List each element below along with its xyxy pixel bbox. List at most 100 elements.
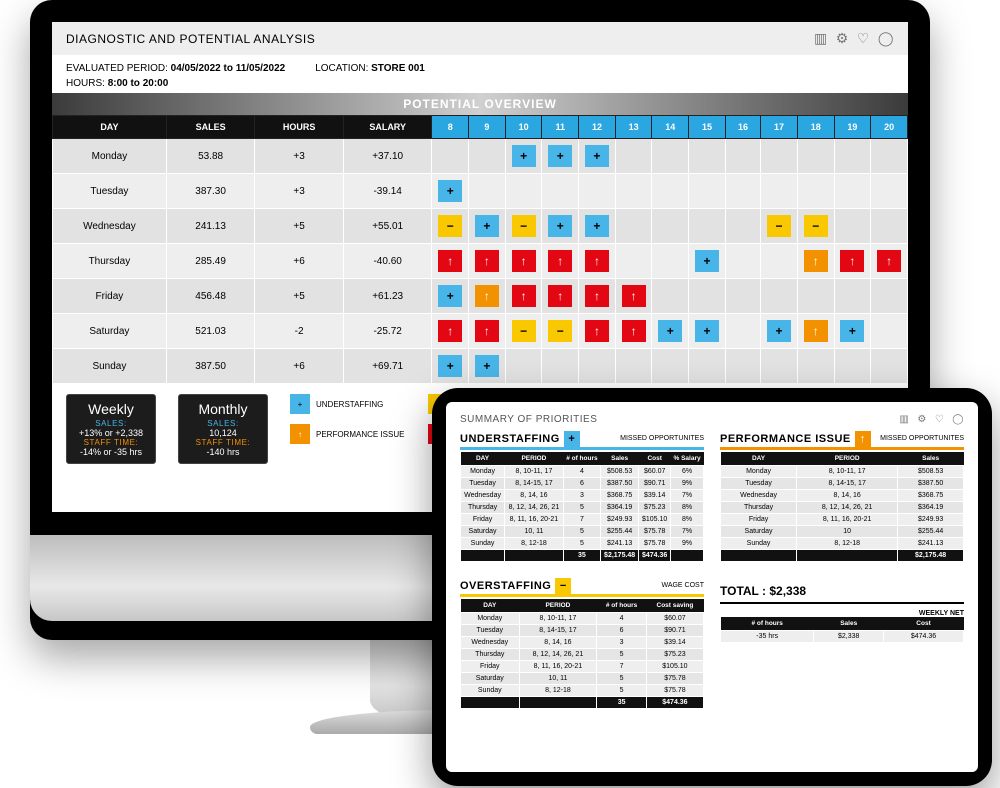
legend-performance: PERFORMANCE ISSUE [316, 430, 404, 439]
status-cell[interactable]: ↑ [585, 320, 609, 342]
table-row: Monday53.88+3+37.10+++ [53, 139, 908, 174]
status-cell[interactable]: + [658, 320, 682, 342]
performance-icon: ↑ [290, 424, 310, 444]
hours-value: 8:00 to 20:00 [108, 78, 169, 89]
status-cell[interactable]: ↑ [585, 285, 609, 307]
status-cell[interactable]: + [475, 215, 499, 237]
understaffing-table: DAYPERIOD# of hoursSalesCost% SalaryMond… [460, 452, 704, 562]
status-cell[interactable]: + [840, 320, 864, 342]
under-title: UNDERSTAFFING [460, 433, 560, 445]
status-cell[interactable]: + [585, 215, 609, 237]
status-cell[interactable]: ↑ [475, 320, 499, 342]
status-cell[interactable]: ↑ [512, 285, 536, 307]
user-icon[interactable]: ◯ [952, 414, 964, 425]
overstaffing-table: DAYPERIOD# of hoursCost savingMonday8, 1… [460, 599, 704, 709]
table-row: Wednesday8, 14, 163$39.14 [461, 637, 704, 649]
status-cell[interactable]: + [548, 145, 572, 167]
total-value: $2,338 [769, 584, 806, 598]
status-cell[interactable]: ↑ [622, 285, 646, 307]
status-cell[interactable]: − [767, 215, 791, 237]
status-cell[interactable]: ↑ [548, 285, 572, 307]
table-row: Monday8, 10-11, 174$508.53$60.076% [461, 466, 704, 478]
gear-icon[interactable]: ⚙ [836, 30, 849, 47]
status-cell[interactable]: ↑ [622, 320, 646, 342]
monthly-sales-label: SALES: [189, 419, 257, 428]
status-cell[interactable]: ↑ [475, 285, 499, 307]
table-row: Thursday8, 12, 14, 26, 21$364.19 [721, 502, 964, 514]
status-cell[interactable]: ↑ [804, 250, 828, 272]
total-section: TOTAL : $2,338 WEEKLY NET # of hoursSale… [720, 578, 964, 709]
tablet-frame: SUMMARY OF PRIORITIES ▥ ⚙ ♡ ◯ UNDERSTAFF… [432, 388, 992, 786]
meta-bar-2: HOURS: 8:00 to 20:00 [52, 78, 908, 93]
status-cell[interactable]: ↑ [585, 250, 609, 272]
table-row: Friday8, 11, 16, 20-21$249.93 [721, 514, 964, 526]
status-cell[interactable]: ↑ [804, 320, 828, 342]
evaluated-label: EVALUATED PERIOD: [66, 63, 168, 74]
heart-icon[interactable]: ♡ [935, 414, 944, 425]
status-cell[interactable]: + [695, 320, 719, 342]
status-cell[interactable]: + [475, 355, 499, 377]
table-row: Saturday10, 115$255.44$75.787% [461, 526, 704, 538]
monthly-card: Monthly SALES: 10,124 STAFF TIME: -140 h… [178, 394, 268, 464]
status-cell[interactable]: − [438, 215, 462, 237]
status-cell[interactable]: ↑ [438, 320, 462, 342]
table-row: Sunday8, 12-185$75.78 [461, 685, 704, 697]
table-row: Sunday8, 12-18$241.13 [721, 538, 964, 550]
status-cell[interactable]: + [695, 250, 719, 272]
status-cell[interactable]: − [512, 215, 536, 237]
table-row: Friday8, 11, 16, 20-217$105.10 [461, 661, 704, 673]
status-cell[interactable]: − [804, 215, 828, 237]
perf-title: PERFORMANCE ISSUE [720, 433, 851, 445]
table-row: Wednesday241.13+5+55.01−+−++−− [53, 209, 908, 244]
potential-table: DAYSALESHOURSSALARY891011121314151617181… [52, 115, 908, 384]
table-row: -35 hrs$2,338$474.36 [721, 631, 964, 643]
status-cell[interactable]: ↑ [438, 250, 462, 272]
table-row: Saturday10$255.44 [721, 526, 964, 538]
table-row: Tuesday8, 14-15, 176$90.71 [461, 625, 704, 637]
understaffing-icon: + [290, 394, 310, 414]
user-icon[interactable]: ◯ [878, 30, 894, 47]
location-label: LOCATION: [315, 63, 368, 74]
status-cell[interactable]: ↑ [877, 250, 901, 272]
summary-title: SUMMARY OF PRIORITIES [460, 414, 597, 425]
heart-icon[interactable]: ♡ [857, 30, 870, 47]
status-cell[interactable]: ↑ [512, 250, 536, 272]
status-cell[interactable]: + [585, 145, 609, 167]
page-title: DIAGNOSTIC AND POTENTIAL ANALYSIS [66, 32, 315, 46]
weekly-staff-label: STAFF TIME: [77, 438, 145, 447]
status-cell[interactable]: − [548, 320, 572, 342]
wage-label: WAGE COST [661, 582, 704, 589]
table-row: Monday8, 10-11, 17$508.53 [721, 466, 964, 478]
gear-icon[interactable]: ⚙ [917, 414, 926, 425]
monthly-staff-value: -140 hrs [189, 447, 257, 457]
performance-table: DAYPERIODSalesMonday8, 10-11, 17$508.53T… [720, 452, 964, 562]
table-row: Tuesday387.30+3-39.14+ [53, 174, 908, 209]
table-row: Tuesday8, 14-15, 176$387.50$90.719% [461, 478, 704, 490]
status-cell[interactable]: + [438, 355, 462, 377]
status-cell[interactable]: − [512, 320, 536, 342]
status-cell[interactable]: + [438, 285, 462, 307]
chart-icon[interactable]: ▥ [814, 30, 828, 47]
monthly-staff-label: STAFF TIME: [189, 438, 257, 447]
status-cell[interactable]: + [767, 320, 791, 342]
weekly-sales-label: SALES: [77, 419, 145, 428]
status-cell[interactable]: + [438, 180, 462, 202]
status-cell[interactable]: ↑ [840, 250, 864, 272]
evaluated-value: 04/05/2022 to 11/05/2022 [171, 63, 286, 74]
table-row: Friday456.48+5+61.23+↑↑↑↑↑ [53, 279, 908, 314]
monthly-title: Monthly [189, 401, 257, 417]
table-row: Tuesday8, 14-15, 17$387.50 [721, 478, 964, 490]
plus-icon: + [564, 431, 580, 447]
overview-banner: POTENTIAL OVERVIEW [52, 93, 908, 115]
tablet-screen: SUMMARY OF PRIORITIES ▥ ⚙ ♡ ◯ UNDERSTAFF… [446, 402, 978, 772]
status-cell[interactable]: + [548, 215, 572, 237]
over-title: OVERSTAFFING [460, 580, 551, 592]
status-cell[interactable]: ↑ [548, 250, 572, 272]
summary-header: SUMMARY OF PRIORITIES ▥ ⚙ ♡ ◯ [460, 414, 964, 425]
overstaffing-section: OVERSTAFFING− WAGE COST DAYPERIOD# of ho… [460, 578, 704, 709]
status-cell[interactable]: ↑ [475, 250, 499, 272]
status-cell[interactable]: + [512, 145, 536, 167]
table-row: Wednesday8, 14, 16$368.75 [721, 490, 964, 502]
chart-icon[interactable]: ▥ [899, 414, 909, 425]
weekly-net-label: WEEKLY NET [720, 610, 964, 617]
